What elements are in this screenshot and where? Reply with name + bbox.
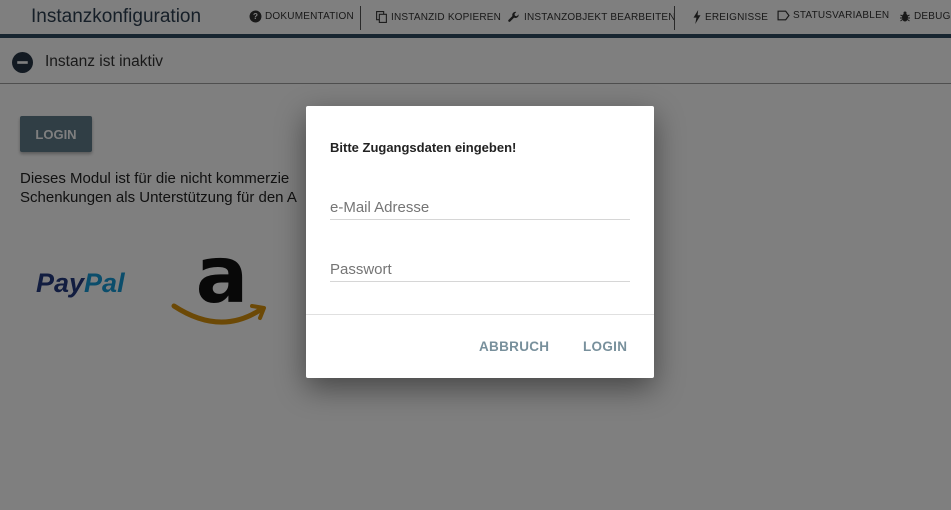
email-field[interactable] — [330, 195, 630, 220]
password-field[interactable] — [330, 257, 630, 282]
dialog-login-button[interactable]: LOGIN — [583, 332, 627, 360]
dialog-title: Bitte Zugangsdaten eingeben! — [330, 140, 517, 155]
login-dialog: Bitte Zugangsdaten eingeben! ABBRUCH LOG… — [306, 106, 654, 378]
cancel-button[interactable]: ABBRUCH — [479, 332, 549, 360]
dialog-divider — [306, 314, 654, 315]
